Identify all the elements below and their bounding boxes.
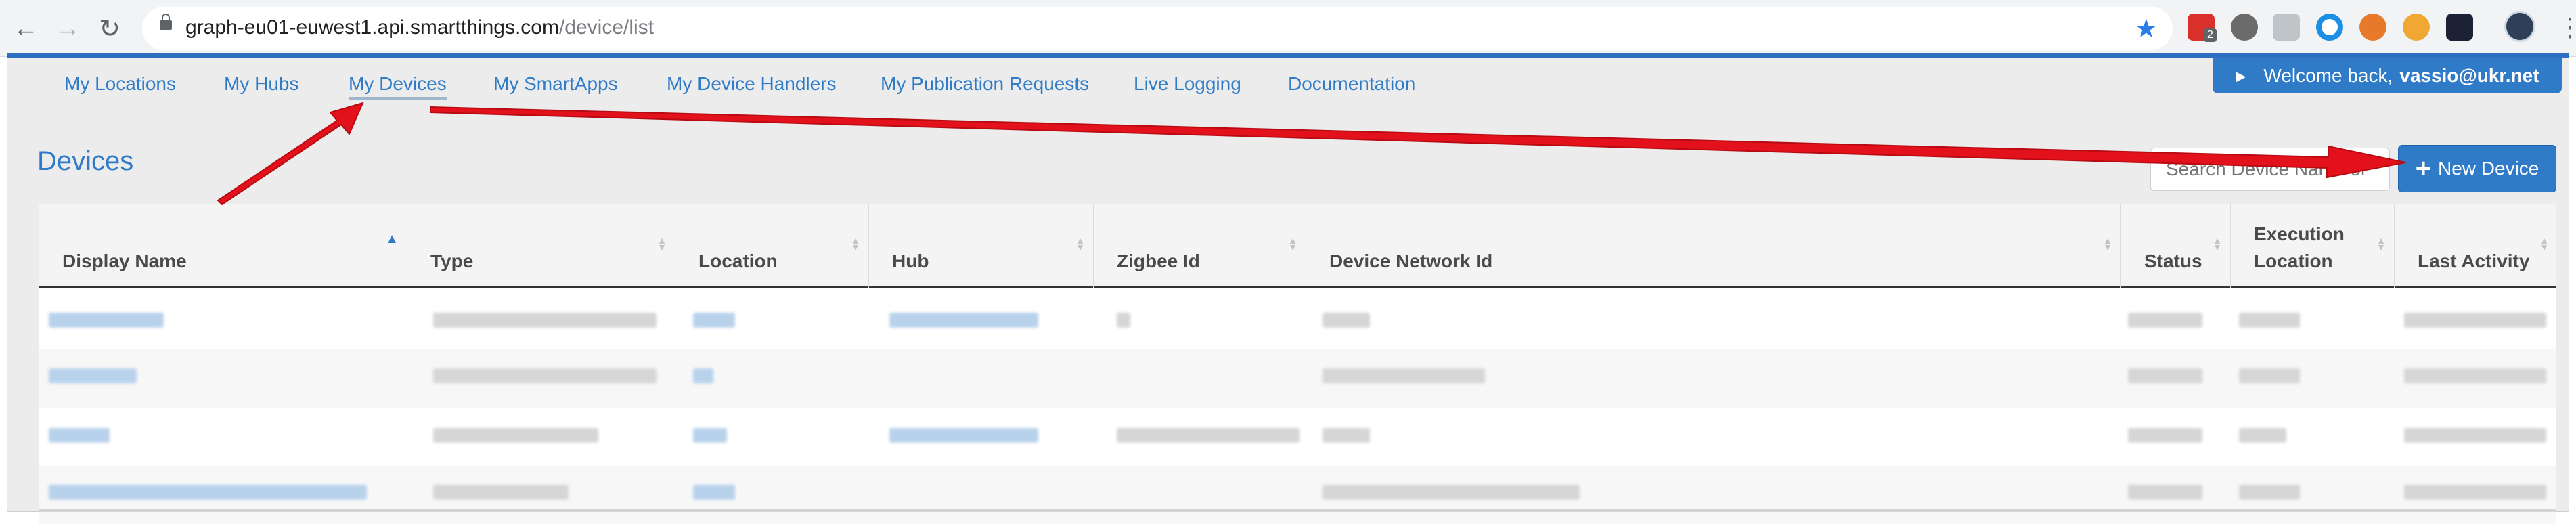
redacted-last-activity bbox=[2404, 485, 2546, 500]
redacted-location[interactable] bbox=[693, 313, 735, 328]
redacted-display-name[interactable] bbox=[49, 368, 137, 383]
extension-printer-icon[interactable] bbox=[2273, 14, 2300, 41]
page-title: Devices bbox=[37, 146, 134, 176]
redacted-status bbox=[2128, 313, 2202, 328]
redacted-network-id bbox=[1323, 368, 1485, 383]
welcome-dropdown[interactable]: ▶ Welcome back, vassio@ukr.net bbox=[2213, 58, 2562, 93]
redacted-hub[interactable] bbox=[889, 313, 1038, 328]
column-hub[interactable]: Hub ▲ ▼ bbox=[869, 204, 1094, 288]
sort-icon: ▲ ▼ bbox=[851, 235, 860, 253]
browser-menu-icon[interactable]: ⋮ bbox=[2557, 12, 2576, 43]
redacted-display-name[interactable] bbox=[49, 313, 164, 328]
redacted-execution-location bbox=[2239, 368, 2300, 383]
redacted-status bbox=[2128, 485, 2202, 500]
nav-my-devices[interactable]: My Devices bbox=[349, 73, 447, 100]
redacted-hub[interactable] bbox=[889, 428, 1038, 443]
redacted-display-name[interactable] bbox=[49, 428, 110, 443]
table-row[interactable] bbox=[39, 349, 2556, 408]
redacted-type bbox=[433, 485, 569, 500]
table-row[interactable] bbox=[39, 291, 2556, 349]
caret-right-icon: ▶ bbox=[2236, 68, 2246, 84]
column-execution-location[interactable]: Execution Location ▲ ▼ bbox=[2231, 204, 2395, 288]
sort-asc-icon: ▲ bbox=[385, 232, 399, 246]
redacted-status bbox=[2128, 428, 2202, 443]
search-device-input[interactable] bbox=[2150, 148, 2390, 191]
nav-my-locations[interactable]: My Locations bbox=[64, 73, 176, 95]
forward-icon[interactable]: → bbox=[49, 9, 87, 47]
devices-table: Display Name ▲ Type ▲ ▼ Location ▲ ▼ Hub ▲… bbox=[39, 204, 2556, 524]
nav-my-hubs[interactable]: My Hubs bbox=[224, 73, 298, 95]
browser-toolbar: ← → ↻ graph-eu01-euwest1.api.smartthings… bbox=[0, 0, 2576, 57]
welcome-prefix: Welcome back, bbox=[2263, 65, 2393, 86]
redacted-network-id bbox=[1323, 313, 1370, 328]
nav-my-smartapps[interactable]: My SmartApps bbox=[493, 73, 618, 95]
redacted-location[interactable] bbox=[693, 368, 713, 383]
extension-gray-icon[interactable] bbox=[2231, 14, 2258, 41]
redacted-zigbee-id bbox=[1117, 313, 1130, 328]
redacted-type bbox=[433, 313, 657, 328]
table-footer-line bbox=[39, 509, 2556, 512]
column-zigbee-id[interactable]: Zigbee Id ▲ ▼ bbox=[1094, 204, 1306, 288]
redacted-network-id bbox=[1323, 428, 1370, 443]
redacted-type bbox=[433, 368, 657, 383]
sort-icon: ▲ ▼ bbox=[2376, 235, 2386, 253]
redacted-location[interactable] bbox=[693, 485, 735, 500]
new-device-label: New Device bbox=[2437, 158, 2539, 179]
sort-icon: ▲ ▼ bbox=[2539, 235, 2549, 253]
extension-orange-icon[interactable] bbox=[2359, 14, 2386, 41]
sort-icon: ▲ ▼ bbox=[1288, 235, 1297, 253]
redacted-last-activity bbox=[2404, 313, 2546, 328]
bookmark-star-icon[interactable]: ★ bbox=[2135, 14, 2158, 44]
column-last-activity[interactable]: Last Activity ▲ ▼ bbox=[2395, 204, 2557, 288]
redacted-status bbox=[2128, 368, 2202, 383]
lock-icon bbox=[160, 14, 172, 30]
plus-icon: + bbox=[2415, 154, 2431, 183]
redacted-last-activity bbox=[2404, 368, 2546, 383]
redacted-zigbee-id bbox=[1117, 428, 1300, 443]
sort-icon: ▲ ▼ bbox=[1075, 235, 1085, 253]
nav-my-publication-requests[interactable]: My Publication Requests bbox=[881, 73, 1089, 95]
redacted-execution-location bbox=[2239, 485, 2300, 500]
sort-icon: ▲ ▼ bbox=[2103, 235, 2112, 253]
welcome-user: vassio@ukr.net bbox=[2399, 65, 2539, 86]
column-location[interactable]: Location ▲ ▼ bbox=[675, 204, 869, 288]
sort-icon: ▲ ▼ bbox=[2213, 235, 2222, 253]
reload-icon[interactable]: ↻ bbox=[91, 9, 129, 47]
extension-red-icon[interactable]: 2 bbox=[2188, 14, 2217, 42]
redacted-network-id bbox=[1323, 485, 1580, 500]
table-row[interactable] bbox=[39, 466, 2556, 524]
extension-ring-icon[interactable] bbox=[2316, 14, 2343, 41]
table-header: Display Name ▲ Type ▲ ▼ Location ▲ ▼ Hub ▲… bbox=[39, 204, 2556, 288]
profile-avatar[interactable] bbox=[2504, 11, 2535, 42]
redacted-type bbox=[433, 428, 598, 443]
column-device-network-id[interactable]: Device Network Id ▲ ▼ bbox=[1306, 204, 2121, 288]
redacted-execution-location bbox=[2239, 313, 2300, 328]
address-bar[interactable]: graph-eu01-euwest1.api.smartthings.com/d… bbox=[142, 7, 2173, 50]
extension-cookie-icon[interactable] bbox=[2403, 14, 2430, 41]
redacted-last-activity bbox=[2404, 428, 2546, 443]
app-container: My Locations My Hubs My Devices My Smart… bbox=[7, 58, 2569, 524]
column-type[interactable]: Type ▲ ▼ bbox=[407, 204, 675, 288]
nav-my-device-handlers[interactable]: My Device Handlers bbox=[667, 73, 837, 95]
sort-icon: ▲ ▼ bbox=[657, 235, 667, 253]
table-row[interactable] bbox=[39, 408, 2556, 466]
column-display-name[interactable]: Display Name ▲ bbox=[39, 204, 407, 288]
url-text: graph-eu01-euwest1.api.smartthings.com/d… bbox=[185, 16, 654, 39]
nav-documentation[interactable]: Documentation bbox=[1288, 73, 1415, 95]
redacted-execution-location bbox=[2239, 428, 2286, 443]
extension-dark-icon[interactable] bbox=[2446, 14, 2473, 41]
redacted-location[interactable] bbox=[693, 428, 727, 443]
header-strip bbox=[7, 53, 2569, 58]
column-status[interactable]: Status ▲ ▼ bbox=[2121, 204, 2231, 288]
redacted-display-name[interactable] bbox=[49, 485, 367, 500]
new-device-button[interactable]: + New Device bbox=[2398, 145, 2556, 192]
back-icon[interactable]: ← bbox=[7, 9, 45, 47]
nav-live-logging[interactable]: Live Logging bbox=[1134, 73, 1241, 95]
extension-badge: 2 bbox=[2204, 28, 2217, 42]
